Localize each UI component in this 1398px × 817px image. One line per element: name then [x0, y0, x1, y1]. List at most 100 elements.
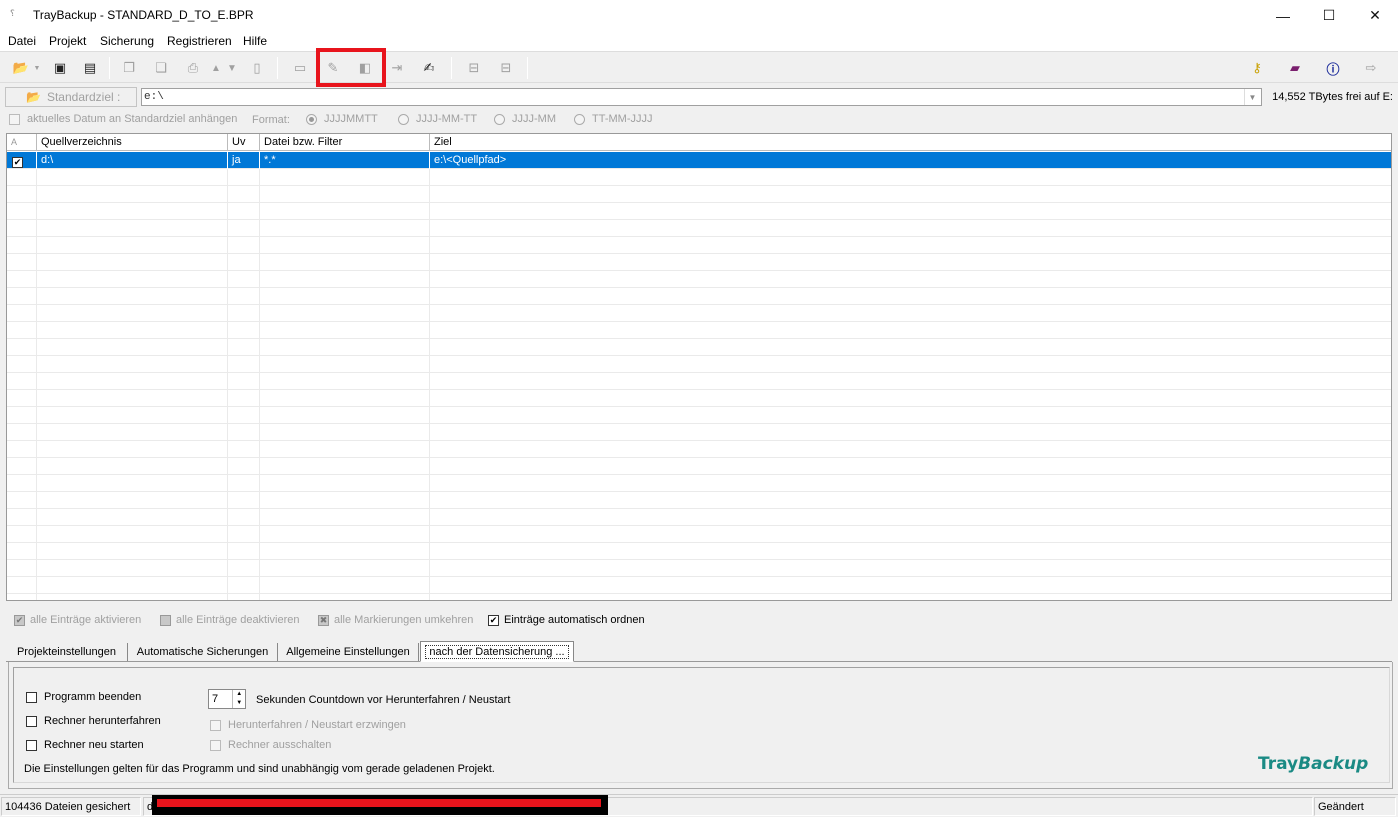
- grid-line: [36, 424, 37, 441]
- toolbar-separator: [451, 57, 452, 79]
- format-radio-tt-mm-jjjj[interactable]: TT-MM-JJJJ: [574, 113, 652, 125]
- grid-line: [36, 577, 37, 594]
- column-header-filter[interactable]: Datei bzw. Filter: [260, 134, 430, 151]
- tab-nach-der-datensicherung[interactable]: nach der Datensicherung ...: [420, 641, 574, 662]
- grid-line: [429, 169, 430, 186]
- tab-allgemeine-einstellungen[interactable]: Allgemeine Einstellungen: [278, 643, 419, 661]
- grid-line: [36, 560, 37, 577]
- poweroff-checkbox[interactable]: Rechner ausschalten: [210, 739, 331, 751]
- traybackup-logo: TrayBackup: [1258, 754, 1369, 774]
- grid-line: [36, 339, 37, 356]
- grid-line: [36, 186, 37, 203]
- grid-line: [259, 356, 260, 373]
- grid-line: [259, 220, 260, 237]
- standard-target-button[interactable]: 📂 Standardziel :: [5, 87, 137, 107]
- grid-line: [429, 356, 430, 373]
- exit-icon[interactable]: ⇨: [1360, 57, 1382, 79]
- modified-status: Geändert: [1314, 797, 1396, 816]
- auto-sort-checkbox[interactable]: ✔ Einträge automatisch ordnen: [488, 612, 645, 628]
- chevron-down-icon[interactable]: ▼: [1244, 89, 1260, 105]
- grid-line: [429, 543, 430, 560]
- grid-line: [429, 594, 430, 600]
- quit-program-checkbox[interactable]: Programm beenden: [26, 691, 141, 703]
- standard-target-input[interactable]: e:\: [141, 88, 1262, 106]
- save-icon[interactable]: ▣: [49, 57, 71, 79]
- append-date-checkbox[interactable]: aktuelles Datum an Standardziel anhängen: [9, 113, 237, 125]
- grid-line: [227, 271, 228, 288]
- countdown-value[interactable]: 7: [209, 690, 232, 708]
- book-icon[interactable]: ▰: [1284, 57, 1306, 79]
- grid-line: [227, 458, 228, 475]
- grid-line: [227, 288, 228, 305]
- title-bar: ⸮ TrayBackup - STANDARD_D_TO_E.BPR — ☐ ✕: [0, 0, 1398, 31]
- grid-line: [259, 322, 260, 339]
- move-up-icon[interactable]: ▲: [209, 57, 223, 79]
- menu-registrieren[interactable]: Registrieren: [167, 34, 232, 48]
- dropdown-arrow-icon[interactable]: ▼: [32, 57, 42, 79]
- spin-up-icon[interactable]: ▲: [236, 690, 242, 699]
- list-icon[interactable]: ▭: [289, 57, 311, 79]
- network-drive-icon[interactable]: ⊟: [463, 57, 485, 79]
- grid-line: [429, 288, 430, 305]
- new-document-icon[interactable]: ▯: [246, 57, 268, 79]
- column-header-target[interactable]: Ziel: [430, 134, 1391, 151]
- key-icon[interactable]: ⚷: [1246, 57, 1268, 79]
- paste-icon[interactable]: ❏: [150, 57, 172, 79]
- column-header-subdirs[interactable]: Uv: [228, 134, 260, 151]
- restart-checkbox[interactable]: Rechner neu starten: [26, 739, 144, 751]
- empty-table-row: [7, 475, 1391, 492]
- deactivate-all-checkbox[interactable]: alle Einträge deaktivieren: [160, 612, 300, 628]
- grid-line: [227, 475, 228, 492]
- copy-icon[interactable]: ❐: [118, 57, 140, 79]
- toolbar-separator: [277, 57, 278, 79]
- cell-target: e:\<Quellpfad>: [434, 154, 507, 166]
- grid-line: [227, 543, 228, 560]
- empty-table-row: [7, 373, 1391, 390]
- grid-line: [429, 526, 430, 543]
- sort-indicator[interactable]: A: [7, 134, 37, 151]
- empty-table-row: [7, 288, 1391, 305]
- column-header-source[interactable]: Quellverzeichnis: [37, 134, 228, 151]
- radio: [398, 113, 409, 125]
- open-folder-icon[interactable]: 📂: [10, 57, 32, 79]
- minimize-button[interactable]: —: [1260, 0, 1306, 31]
- empty-table-row: [7, 203, 1391, 220]
- menu-hilfe[interactable]: Hilfe: [243, 34, 267, 48]
- shutdown-checkbox[interactable]: Rechner herunterfahren: [26, 715, 161, 727]
- menu-datei[interactable]: Datei: [8, 34, 36, 48]
- row-checkbox[interactable]: ✔: [7, 152, 37, 169]
- menu-sicherung[interactable]: Sicherung: [100, 34, 154, 48]
- save-as-icon[interactable]: ▤: [79, 57, 101, 79]
- activate-all-checkbox[interactable]: ✔ alle Einträge aktivieren: [14, 612, 141, 628]
- tab-projekteinstellungen[interactable]: Projekteinstellungen: [6, 643, 128, 661]
- maximize-button[interactable]: ☐: [1306, 0, 1352, 31]
- grid-line: [227, 560, 228, 577]
- move-down-icon[interactable]: ▼: [225, 57, 239, 79]
- countdown-stepper[interactable]: 7 ▲ ▼: [208, 689, 246, 709]
- grid-line: [259, 203, 260, 220]
- tab-automatische-sicherungen[interactable]: Automatische Sicherungen: [128, 643, 278, 661]
- grid-line: [227, 390, 228, 407]
- grid-line: [259, 424, 260, 441]
- table-row[interactable]: ✔ d:\ ja *.* e:\<Quellpfad>: [7, 152, 1391, 169]
- close-button[interactable]: ✕: [1352, 0, 1398, 31]
- grid-line: [259, 186, 260, 203]
- indent-icon[interactable]: ⇥: [386, 57, 408, 79]
- notepad-edit-icon[interactable]: ✍: [418, 57, 440, 79]
- invert-marks-checkbox[interactable]: ✖ alle Markierungen umkehren: [318, 612, 473, 628]
- print-icon[interactable]: ⎙: [182, 57, 204, 79]
- info-icon[interactable]: ⓘ: [1322, 57, 1344, 79]
- grid-line: [429, 322, 430, 339]
- backup-entries-table[interactable]: A Quellverzeichnis Uv Datei bzw. Filter …: [6, 133, 1392, 601]
- empty-table-row: [7, 271, 1391, 288]
- network-drive-2-icon[interactable]: ⊟: [495, 57, 517, 79]
- grid-line: [429, 254, 430, 271]
- format-radio-jjjjmmtt[interactable]: JJJJMMTT: [306, 113, 378, 125]
- format-radio-jjjj-mm-tt[interactable]: JJJJ-MM-TT: [398, 113, 477, 125]
- menu-projekt[interactable]: Projekt: [49, 34, 86, 48]
- format-radio-jjjj-mm[interactable]: JJJJ-MM: [494, 113, 556, 125]
- grid-line: [227, 577, 228, 594]
- spin-down-icon[interactable]: ▼: [236, 699, 242, 708]
- toolbar: 📂 ▼ ▣ ▤ ❐ ❏ ⎙ ▲ ▼ ▯ ▭ ✎ ◧ ⇥ ✍ ⊟ ⊟ ⚷ ▰ ⓘ …: [0, 51, 1398, 83]
- force-shutdown-checkbox[interactable]: Herunterfahren / Neustart erzwingen: [210, 719, 406, 731]
